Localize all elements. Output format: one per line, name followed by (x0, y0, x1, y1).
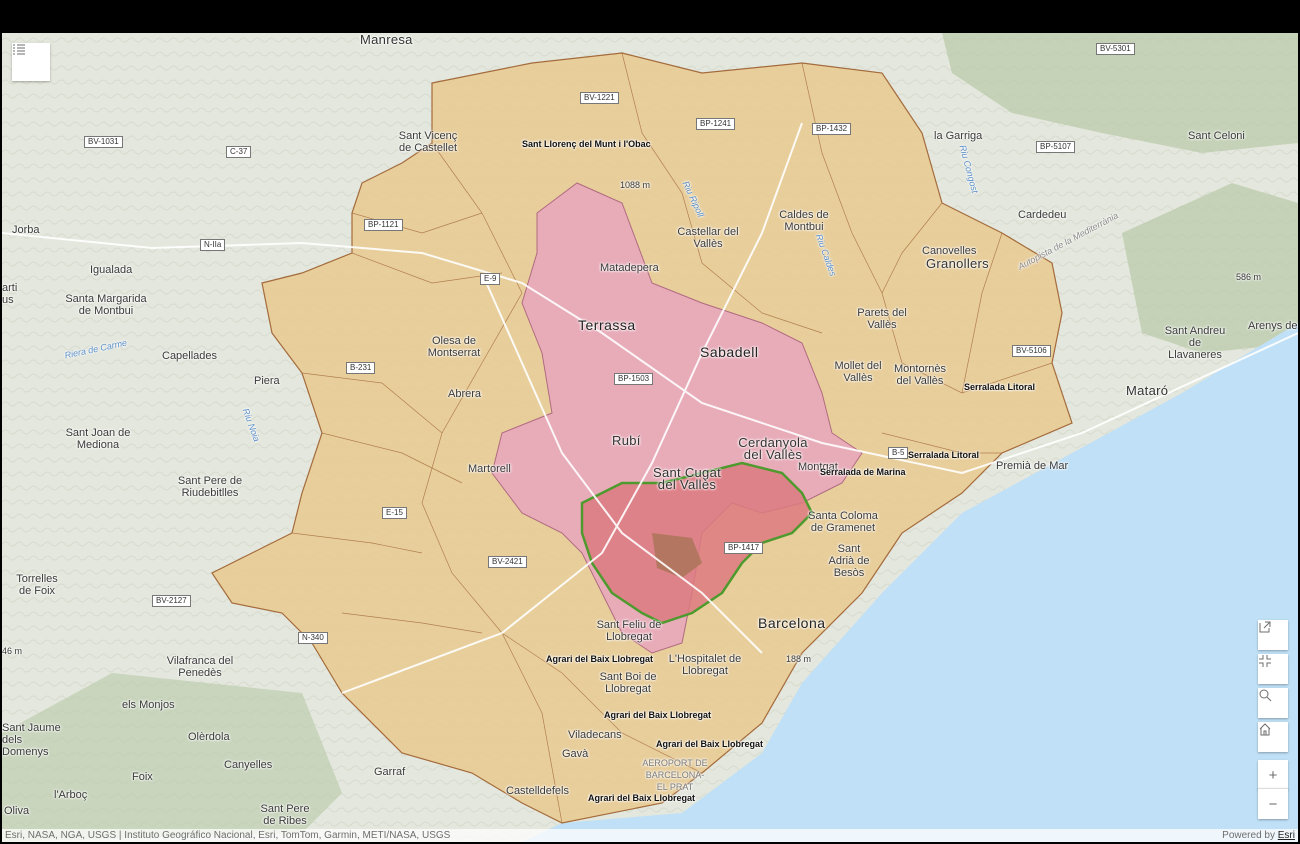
zoom-out-button[interactable]: − (1258, 788, 1288, 819)
label-agrari-1: Agrari del Baix Llobregat (546, 654, 654, 664)
search-button[interactable] (1258, 688, 1288, 718)
label-matadepera: Matadepera (600, 262, 659, 274)
powered-by: Powered by Esri (1222, 830, 1295, 841)
shield-bp1417: BP-1417 (724, 542, 764, 554)
label-vilafranca: Vilafranca del Penedès (166, 655, 234, 679)
label-foix: Foix (132, 771, 153, 783)
label-olerdola: Olèrdola (188, 731, 230, 743)
shield-b231: B-231 (346, 362, 376, 374)
label-premia: Premià de Mar (996, 460, 1069, 472)
powered-by-label: Powered by (1222, 830, 1278, 841)
label-sant-jaume: Sant Jaume dels Domenys (2, 722, 61, 758)
label-cardedeu: Cardedeu (1018, 209, 1067, 221)
shield-bv1031: BV-1031 (84, 136, 123, 148)
label-garraf: Garraf (374, 766, 406, 778)
label-capellades: Capellades (162, 350, 218, 362)
label-arboc: l'Arboç (54, 789, 88, 801)
layer-list-button[interactable] (12, 43, 50, 81)
attribution-text: Esri, NASA, NGA, USGS | Instituto Geográ… (5, 830, 451, 841)
label-serralada-litoral-1: Serralada Litoral (964, 382, 1036, 392)
label-caldes: Caldes de Montbui (779, 209, 829, 233)
label-barcelona: Barcelona (758, 615, 826, 631)
label-la-garriga: la Garriga (934, 130, 983, 142)
label-hospitalet: L'Hospitalet de Llobregat (668, 653, 742, 677)
label-sabadell: Sabadell (700, 344, 759, 360)
label-elev-46: 46 m (2, 646, 23, 656)
label-serralada-litoral-2: Serralada Litoral (908, 450, 980, 460)
esri-link[interactable]: Esri (1278, 830, 1295, 841)
label-cerdanyola: Cerdanyola del Vallès (738, 435, 808, 462)
shield-c37: C-37 (226, 146, 252, 158)
shield-b5: B-5 (888, 447, 909, 459)
shield-n340: N-340 (298, 632, 328, 644)
label-sant-feliu: Sant Feliu de Llobregat (596, 619, 662, 643)
label-granollers: Granollers (926, 256, 989, 271)
label-sant-celoni: Sant Celoni (1188, 130, 1245, 142)
home-button[interactable] (1258, 722, 1288, 752)
shield-bv1221: BV-1221 (580, 92, 619, 104)
label-santa-coloma: Santa Coloma de Gramenet (808, 510, 878, 534)
label-arenys: Arenys de M (1248, 320, 1298, 332)
label-manresa: Manresa (360, 33, 413, 47)
label-oliva: Oliva (4, 805, 30, 817)
shield-bv5106: BV-5106 (1012, 345, 1051, 357)
label-sant-joan-mediona: Sant Joan de Mediona (65, 427, 131, 451)
label-els-monjos: els Monjos (122, 699, 175, 711)
label-sant-boi: Sant Boi de Llobregat (599, 671, 657, 695)
label-agrari-4: Agrari del Baix Llobregat (588, 793, 696, 803)
label-sant-andreu: Sant Andreu de Llavaneres (1164, 325, 1226, 361)
label-agrari-3: Agrari del Baix Llobregat (656, 739, 764, 749)
shield-bp1121: BP-1121 (364, 219, 403, 231)
zoom-in-button[interactable]: + (1258, 760, 1288, 790)
shield-bv5301: BV-5301 (1096, 43, 1135, 55)
shield-bp1503: BP-1503 (614, 373, 654, 385)
shield-bv2127: BV-2127 (152, 595, 191, 607)
label-santa-margarida: Santa Margarida de Montbui (65, 293, 147, 317)
label-sant-llorenc: Sant Llorenç del Munt i l'Obac (522, 139, 651, 149)
label-castelldefels: Castelldefels (506, 785, 569, 797)
label-igualada: Igualada (90, 264, 133, 276)
open-external-button[interactable] (1258, 620, 1288, 650)
label-olesa: Olesa de Montserrat (427, 335, 481, 359)
label-elev-188: 188 m (786, 654, 812, 664)
label-montornes: Montornès del Vallès (894, 363, 946, 387)
label-sant-pere-ribes: Sant Pere de Ribes (260, 803, 310, 827)
label-arti: arti us (2, 282, 18, 306)
label-parets: Parets del Vallès (857, 307, 907, 331)
label-elev-586: 586 m (1236, 272, 1262, 282)
label-sant-pere-riudebitlles: Sant Pere de Riudebitlles (177, 475, 243, 499)
label-gava: Gavà (562, 748, 589, 760)
label-mataro: Mataró (1126, 383, 1169, 398)
shield-e9: E-9 (480, 273, 501, 285)
shield-bp5107: BP-5107 (1036, 141, 1076, 153)
label-sant-vicenc: Sant Vicenç de Castellet (398, 130, 458, 154)
map-view[interactable]: Manresa Terrassa Sabadell Rubí Barcelona… (2, 33, 1298, 842)
attribution-bar: Esri, NASA, NGA, USGS | Instituto Geográ… (2, 829, 1298, 842)
label-torrelles: Torrelles de Foix (16, 573, 58, 597)
label-viladecans: Viladecans (568, 729, 622, 741)
label-mollet: Mollet del Vallès (834, 360, 882, 384)
shield-bp1432: BP-1432 (812, 123, 852, 135)
label-terrassa: Terrassa (578, 317, 636, 333)
label-piera: Piera (254, 375, 280, 387)
label-canyelles: Canyelles (224, 759, 273, 771)
label-martorell: Martorell (468, 463, 511, 475)
shield-e15: E-15 (382, 507, 407, 519)
shield-n2a: N-IIa (200, 239, 226, 251)
label-castellar: Castellar del Vallès (677, 226, 739, 250)
shield-bp1241: BP-1241 (696, 118, 736, 130)
label-agrari-2: Agrari del Baix Llobregat (604, 710, 712, 720)
label-abrera: Abrera (448, 388, 482, 400)
fullscreen-button[interactable] (1258, 654, 1288, 684)
shield-bv2421: BV-2421 (488, 556, 527, 568)
label-elev-1088: 1088 m (620, 180, 651, 190)
label-aeroport: AEROPORT DE BARCELONA-EL PRAT (642, 758, 708, 792)
label-sant-cugat: Sant Cugat del Vallès (652, 465, 722, 492)
label-sant-adria: Sant Adrià de Besòs (828, 543, 870, 579)
label-rubi: Rubí (612, 433, 641, 448)
label-jorba: Jorba (12, 224, 40, 236)
label-serralada-marina: Serralada de Marina (820, 467, 906, 477)
